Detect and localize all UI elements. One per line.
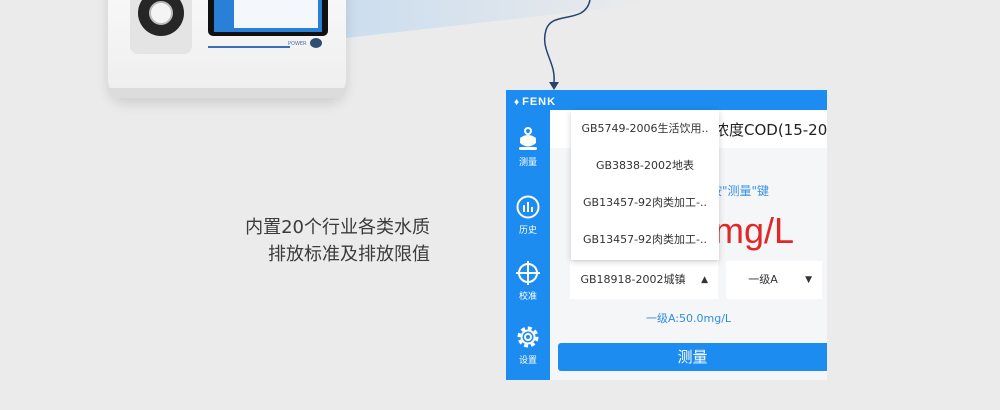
nav-settings[interactable]: 设置 <box>506 324 550 366</box>
device-line <box>208 46 290 48</box>
history-icon <box>516 195 540 219</box>
dropdown-option[interactable]: GB5749-2006生活饮用.. <box>571 110 719 147</box>
nav-label: 校准 <box>518 292 537 302</box>
feature-caption: 内置20个行业各类水质 排放标准及排放限值 <box>220 214 430 268</box>
brand-logo: ♦ FENK <box>514 96 557 108</box>
page-title: 浓度COD(15-20 <box>714 121 827 139</box>
caption-line-2: 排放标准及排放限值 <box>268 244 430 265</box>
nav-measure[interactable]: 测量 <box>506 126 550 168</box>
sample-knob <box>138 0 184 36</box>
dropdown-option[interactable]: GB3838-2002地表 <box>571 147 719 184</box>
crosshair-icon <box>516 261 540 285</box>
flame-icon: ♦ <box>514 97 521 108</box>
standard-select[interactable]: GB18918-2002城镇 ▲ <box>570 261 718 299</box>
limit-value: 一级A:50.0mg/L <box>645 312 732 325</box>
device-illustration: POWER <box>108 0 346 98</box>
chevron-up-icon: ▲ <box>701 275 708 285</box>
standard-dropdown: GB5749-2006生活饮用.. GB3838-2002地表 GB13457-… <box>571 110 719 260</box>
flask-icon <box>519 127 537 150</box>
knob-plate <box>130 0 192 54</box>
nav-label: 设置 <box>518 356 537 366</box>
device-screen <box>208 0 328 36</box>
nav-label: 历史 <box>518 226 537 236</box>
device-base <box>108 88 346 98</box>
nav-label: 测量 <box>518 158 537 168</box>
gear-icon <box>517 326 539 348</box>
grade-select[interactable]: 一级A ▼ <box>726 261 822 299</box>
chevron-down-icon: ▼ <box>805 275 812 285</box>
dropdown-option[interactable]: GB13457-92肉类加工-.. <box>571 221 719 258</box>
dropdown-option[interactable]: GB13457-92肉类加工-.. <box>571 184 719 221</box>
measure-button[interactable]: 测量 <box>558 343 827 371</box>
power-button <box>310 38 322 48</box>
caption-line-1: 内置20个行业各类水质 <box>245 217 430 238</box>
result-value: mg/L <box>714 210 795 251</box>
power-label: POWER <box>288 41 307 47</box>
light-beam <box>346 0 646 38</box>
grade-select-value: 一级A <box>748 273 778 286</box>
standard-select-value: GB18918-2002城镇 <box>580 273 686 286</box>
knob-center <box>149 1 173 25</box>
nav-history[interactable]: 历史 <box>506 194 550 236</box>
nav-calibrate[interactable]: 校准 <box>506 260 550 302</box>
